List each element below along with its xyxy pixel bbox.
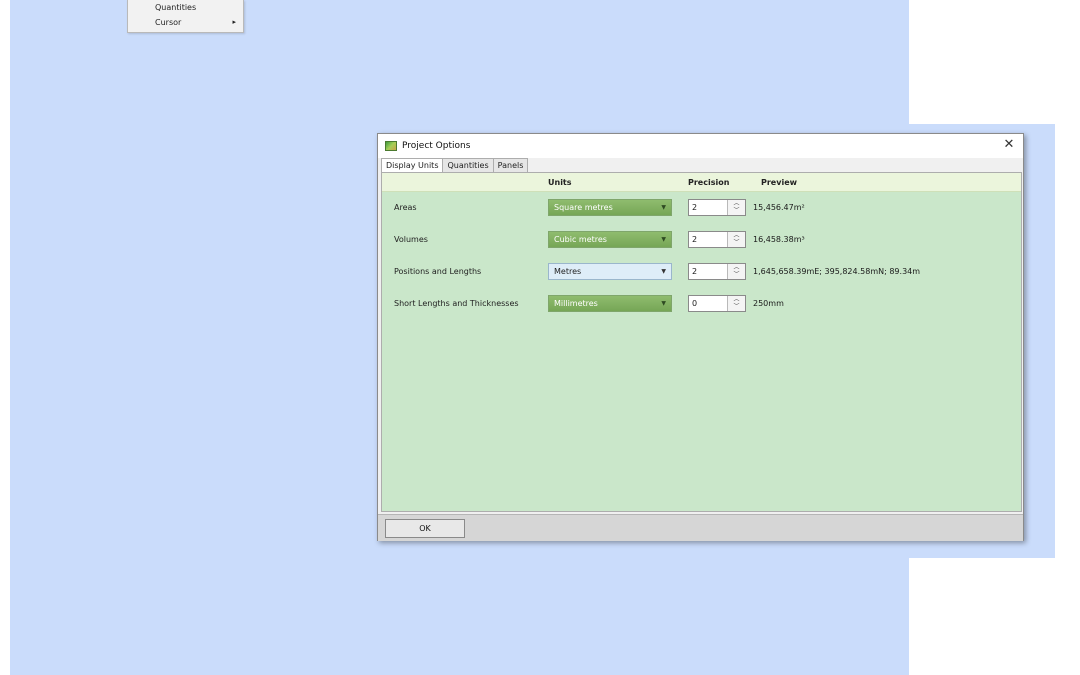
menu-item-label: Quantities	[155, 3, 197, 12]
chevron-down-icon[interactable]: ﹀	[728, 271, 745, 278]
chevron-up-icon[interactable]: ︿	[728, 200, 745, 207]
row-label-volumes: Volumes	[394, 235, 428, 244]
chevron-up-icon[interactable]: ︿	[728, 296, 745, 303]
tab-quantities[interactable]: Quantities	[442, 158, 494, 173]
precision-value: 2	[692, 235, 698, 244]
stepper-buttons[interactable]: ︿ ﹀	[727, 200, 745, 215]
column-header-units: Units	[548, 178, 572, 187]
preview-short-lengths: 250mm	[753, 299, 784, 308]
precision-stepper-volumes[interactable]: 2 ︿ ﹀	[688, 231, 746, 248]
chevron-down-icon[interactable]: ﹀	[728, 239, 745, 246]
chevron-down-icon: ▼	[661, 300, 666, 307]
preview-areas: 15,456.47m²	[753, 203, 805, 212]
context-menu: Quantities Cursor ▸	[127, 0, 244, 33]
chevron-down-icon: ▼	[661, 236, 666, 243]
stepper-buttons[interactable]: ︿ ﹀	[727, 264, 745, 279]
units-select-value: Millimetres	[554, 299, 598, 308]
units-select-short-lengths[interactable]: Millimetres ▼	[548, 295, 672, 312]
tab-strip: Display Units Quantities Panels	[381, 158, 529, 174]
precision-stepper-positions-lengths[interactable]: 2 ︿ ﹀	[688, 263, 746, 280]
chevron-up-icon[interactable]: ︿	[728, 264, 745, 271]
menu-item-quantities[interactable]: Quantities	[128, 0, 243, 15]
row-label-positions-lengths: Positions and Lengths	[394, 267, 482, 276]
column-header-preview: Preview	[761, 178, 798, 187]
tab-panels[interactable]: Panels	[492, 158, 529, 173]
chevron-down-icon: ▼	[661, 268, 666, 275]
units-select-value: Cubic metres	[554, 235, 607, 244]
units-select-value: Square metres	[554, 203, 613, 212]
column-header-row: Units Precision Preview	[382, 173, 1021, 192]
units-select-value: Metres	[554, 267, 582, 276]
project-options-dialog: Project Options ✕ Display Units Quantiti…	[377, 133, 1024, 541]
menu-item-cursor[interactable]: Cursor ▸	[128, 15, 243, 30]
close-icon[interactable]: ✕	[1001, 137, 1017, 153]
project-icon	[385, 141, 397, 151]
preview-volumes: 16,458.38m³	[753, 235, 805, 244]
display-units-panel: Units Precision Preview Areas Square met…	[381, 172, 1022, 512]
precision-stepper-areas[interactable]: 2 ︿ ﹀	[688, 199, 746, 216]
chevron-down-icon: ▼	[661, 204, 666, 211]
units-select-positions-lengths[interactable]: Metres ▼	[548, 263, 672, 280]
units-select-volumes[interactable]: Cubic metres ▼	[548, 231, 672, 248]
row-label-short-lengths: Short Lengths and Thicknesses	[394, 299, 519, 308]
units-select-areas[interactable]: Square metres ▼	[548, 199, 672, 216]
ok-button[interactable]: OK	[385, 519, 465, 538]
title-bar: Project Options ✕	[378, 134, 1023, 158]
submenu-arrow-icon: ▸	[232, 18, 236, 26]
precision-value: 2	[692, 267, 698, 276]
precision-value: 0	[692, 299, 698, 308]
dialog-title: Project Options	[402, 141, 471, 151]
chevron-down-icon[interactable]: ﹀	[728, 207, 745, 214]
chevron-down-icon[interactable]: ﹀	[728, 303, 745, 310]
chevron-up-icon[interactable]: ︿	[728, 232, 745, 239]
dialog-footer: OK	[378, 514, 1023, 541]
precision-stepper-short-lengths[interactable]: 0 ︿ ﹀	[688, 295, 746, 312]
preview-positions-lengths: 1,645,658.39mE; 395,824.58mN; 89.34m	[753, 267, 921, 276]
precision-value: 2	[692, 203, 698, 212]
row-label-areas: Areas	[394, 203, 417, 212]
stepper-buttons[interactable]: ︿ ﹀	[727, 232, 745, 247]
column-header-precision: Precision	[688, 178, 730, 187]
stepper-buttons[interactable]: ︿ ﹀	[727, 296, 745, 311]
menu-item-label: Cursor	[155, 18, 182, 27]
